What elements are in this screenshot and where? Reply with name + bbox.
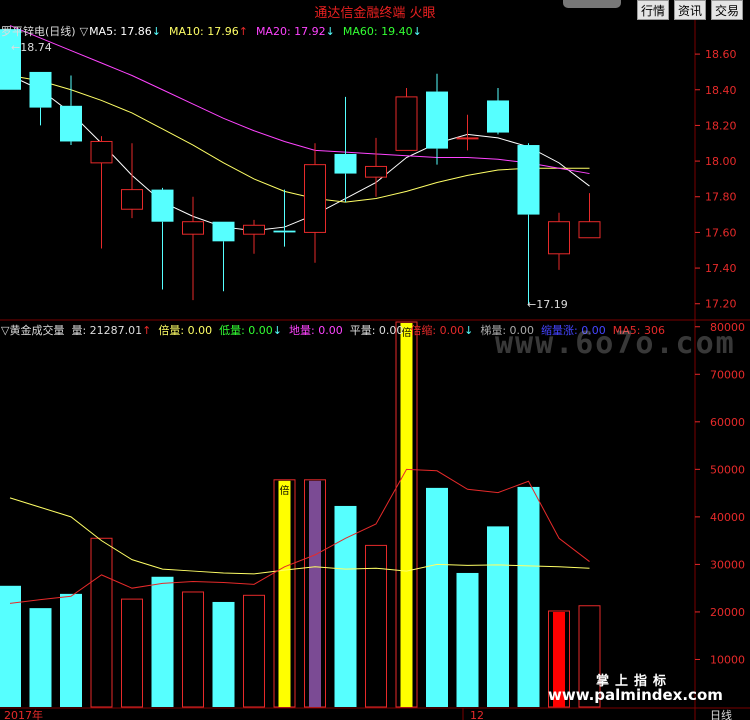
volume-indicator-label: 量: 21287.01 xyxy=(71,324,142,337)
volume-tick-label: 10000 xyxy=(710,653,745,666)
ma-label: MA20: 17.92 xyxy=(256,25,326,38)
candle-body-up xyxy=(304,164,326,233)
price-tick-label: 17.20 xyxy=(705,298,737,311)
arrow-down-icon: ↓ xyxy=(152,25,161,38)
candle-body-down xyxy=(487,100,509,133)
arrow-down-icon: ↓ xyxy=(326,25,335,38)
candle-body-down xyxy=(29,71,52,108)
volume-highlight-bar xyxy=(309,480,321,707)
candle-body-down xyxy=(426,91,448,149)
volume-tick-label: 30000 xyxy=(710,558,745,571)
candle-body-down xyxy=(151,189,174,222)
volume-bar xyxy=(182,591,204,708)
candle-body-down xyxy=(212,221,235,242)
trade-button[interactable]: 交易 xyxy=(711,0,743,20)
arrow-down-icon: ↓ xyxy=(273,324,282,337)
volume-tick-label: 20000 xyxy=(710,606,745,619)
volume-bar xyxy=(487,526,509,707)
volume-bar xyxy=(365,544,387,708)
volume-bar xyxy=(243,594,265,708)
price-header: 罗平锌电(日线) ▽MA5: 17.86↓ MA10: 17.96↑ MA20: 17… xyxy=(1,24,422,38)
high-price-label: ←18.74 xyxy=(11,41,52,54)
volume-bar xyxy=(60,593,82,707)
volume-bar xyxy=(29,608,52,707)
price-tick-label: 18.00 xyxy=(705,155,737,168)
volume-bar xyxy=(151,576,174,707)
low-price-label: ←17.19 xyxy=(527,298,568,311)
volume-tick-label: 50000 xyxy=(710,463,745,476)
candle-body-up xyxy=(395,96,418,151)
candle-body-down xyxy=(273,230,296,233)
volume-bar xyxy=(0,585,21,707)
bar-stamp: 倍 xyxy=(279,485,290,497)
candle-body-down xyxy=(0,29,21,90)
volume-bar xyxy=(90,537,113,708)
price-tick-label: 17.40 xyxy=(705,262,737,275)
candle-body-down xyxy=(60,105,82,142)
volume-highlight-bar xyxy=(400,323,413,707)
volume-bar xyxy=(121,598,143,708)
high-price-text: 18.74 xyxy=(20,41,52,54)
volume-indicator-label: 地量: 0.00 xyxy=(289,324,343,337)
price-labels: ←18.74 ←17.19 xyxy=(11,41,568,311)
arrow-down-icon: ↓ xyxy=(413,25,422,38)
volume-tick-label: 40000 xyxy=(710,511,745,524)
volume-indicator-label: 倍缩: 0.00 xyxy=(410,323,464,337)
period-label[interactable]: 日线 xyxy=(710,708,732,720)
candle-body-up xyxy=(243,224,265,235)
price-tick-label: 17.60 xyxy=(705,226,737,239)
bar-stamp: 倍 xyxy=(401,328,412,339)
candlesticks xyxy=(0,29,601,306)
candle-body-up xyxy=(365,165,387,178)
arrow-up-icon: ↑ xyxy=(142,324,151,337)
candle-body-up xyxy=(121,189,143,210)
volume-bar xyxy=(334,505,357,707)
candle-body-up xyxy=(548,221,570,255)
candle-body-up xyxy=(90,140,113,164)
price-tick-label: 18.40 xyxy=(705,84,737,97)
price-tick-label: 17.80 xyxy=(705,191,737,204)
ma-label: MA5: 17.86 xyxy=(89,25,152,38)
price-tick-label: 18.20 xyxy=(705,119,737,132)
volume-indicator-label: 平量: 0.00 xyxy=(350,324,404,337)
arrow-icon: ← xyxy=(527,298,536,311)
stock-name: 罗平锌电(日线) xyxy=(1,24,76,38)
candle-body-up xyxy=(182,221,204,235)
market-button[interactable]: 行情 xyxy=(637,0,669,20)
month-label: 12 xyxy=(470,709,484,720)
volume-bars xyxy=(0,321,601,708)
volume-bar xyxy=(517,486,540,707)
candle-body-down xyxy=(517,145,540,215)
candle-body-up xyxy=(578,221,601,239)
ma-label: MA60: 19.40 xyxy=(343,25,413,38)
triangle-icon: ▽ xyxy=(80,25,89,38)
volume-highlight-bar xyxy=(278,480,291,707)
volume-bar xyxy=(426,487,448,707)
volume-indicator-label: 倍量: 0.00 xyxy=(158,323,212,337)
window-control[interactable] xyxy=(563,0,621,8)
candle-body-up xyxy=(456,137,479,140)
ma-label: MA10: 17.96 xyxy=(169,25,239,38)
volume-tick-label: 60000 xyxy=(710,416,745,429)
price-tick-label: 18.60 xyxy=(705,48,737,61)
arrow-icon: ← xyxy=(11,41,20,54)
news-button[interactable]: 资讯 xyxy=(674,0,706,20)
top-bar: 通达信金融终端 火眼 行情 资讯 交易 xyxy=(0,0,750,22)
volume-bar xyxy=(212,601,235,707)
volume-indicator-label: 低量: 0.00 xyxy=(219,324,273,337)
time-axis: 2017年 12 日线 xyxy=(4,708,732,720)
brand-url: www.palmindex.com xyxy=(548,686,723,704)
candle-body-down xyxy=(334,153,357,174)
arrow-down-icon: ↓ xyxy=(464,324,473,337)
volume-bar xyxy=(456,572,479,707)
watermark-text: www.6o7o.com xyxy=(495,326,736,361)
low-price-text: 17.19 xyxy=(536,298,568,311)
volume-tick-label: 70000 xyxy=(710,368,745,381)
year-label: 2017年 xyxy=(4,708,43,720)
volume-indicator-label: ▽黄金成交量 xyxy=(1,323,64,337)
arrow-up-icon: ↑ xyxy=(239,25,248,38)
